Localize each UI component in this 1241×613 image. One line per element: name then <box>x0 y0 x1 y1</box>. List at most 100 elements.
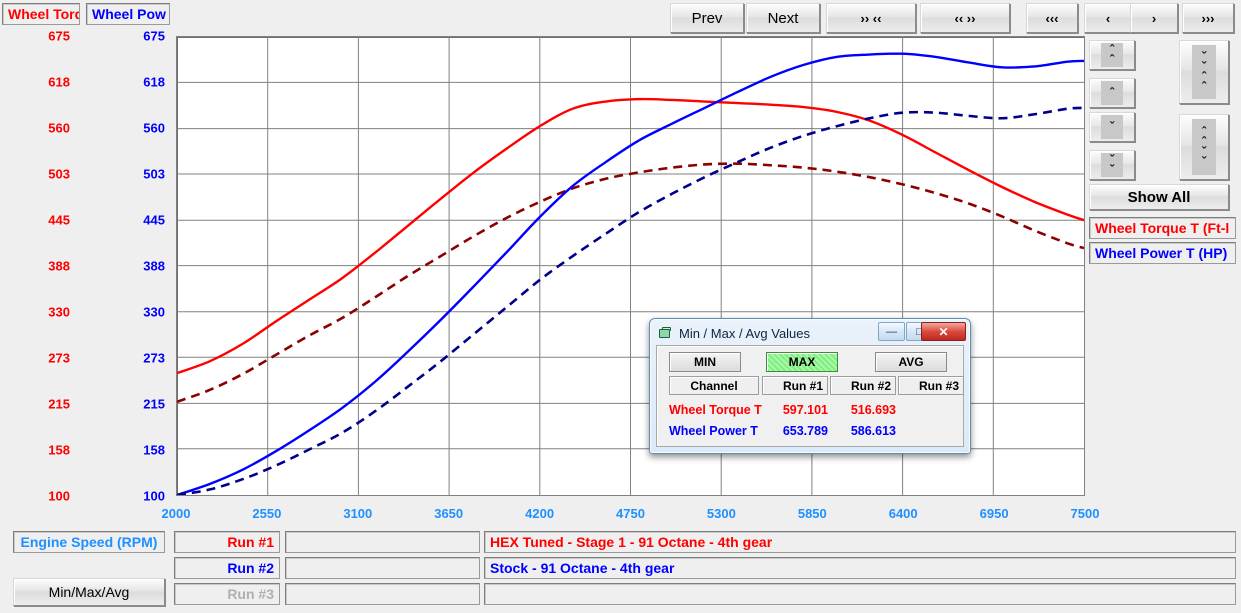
row-run1-value: 653.789 <box>762 424 828 438</box>
y-axis-left-torque: 675618560503445388330273215158100 <box>10 0 70 613</box>
power-y-tick-273: 273 <box>143 350 165 365</box>
scale-shrink-button[interactable]: ˇˇˆˆ <box>1179 40 1229 104</box>
zoom-in-button[interactable]: ›› ‹‹ <box>826 3 916 33</box>
step-back-button[interactable]: ‹ <box>1084 3 1132 33</box>
torque-y-tick-388: 388 <box>48 258 70 273</box>
avg-mode-button[interactable]: AVG <box>875 352 947 372</box>
run-1-middle-field[interactable] <box>285 531 480 553</box>
dialog-title-bar[interactable]: Min / Max / Avg Values — □ ✕ <box>653 322 967 344</box>
minimize-icon: — <box>886 326 897 338</box>
minmaxavg-dialog[interactable]: Min / Max / Avg Values — □ ✕ MIN MAX AVG… <box>649 318 971 454</box>
column-header-run3-label: Run #3 <box>919 379 959 393</box>
scale-shrink-icon: ˇˇˆˆ <box>1192 45 1216 99</box>
x-tick-2000: 2000 <box>162 506 191 521</box>
torque-y-tick-560: 560 <box>48 121 70 136</box>
chevron-down-icon: ˇ <box>1101 115 1123 139</box>
power-y-tick-215: 215 <box>143 397 165 412</box>
dialog-minimize-button[interactable]: — <box>878 322 905 341</box>
x-tick-6400: 6400 <box>889 506 918 521</box>
show-all-button[interactable]: Show All <box>1089 184 1229 210</box>
column-header-run3[interactable]: Run #3 <box>898 376 964 395</box>
column-header-channel-label: Channel <box>690 379 737 393</box>
run-1-name-field[interactable]: HEX Tuned - Stage 1 - 91 Octane - 4th ge… <box>484 531 1236 553</box>
run-2-middle-field[interactable] <box>285 557 480 579</box>
row-run2-value: 516.693 <box>830 403 896 417</box>
step-forward-button[interactable]: › <box>1130 3 1178 33</box>
torque-y-tick-618: 618 <box>48 74 70 89</box>
max-mode-button[interactable]: MAX <box>766 352 838 372</box>
torque-y-tick-503: 503 <box>48 166 70 181</box>
scale-expand-icon: ˆˆˇˇ <box>1192 119 1216 175</box>
min-mode-label: MIN <box>694 355 716 369</box>
zoom-out-button[interactable]: ‹‹ ›› <box>920 3 1010 33</box>
run-3-middle-field[interactable] <box>285 583 480 605</box>
run-3-label-box[interactable]: Run #3 <box>174 583 280 605</box>
dialog-body: MIN MAX AVG Channel Run #1 Run #2 Run #3… <box>656 345 964 447</box>
next-button-label: Next <box>768 10 799 27</box>
column-header-run2-label: Run #2 <box>851 379 891 393</box>
run-2-name-field[interactable]: Stock - 91 Octane - 4th gear <box>484 557 1236 579</box>
scale-expand-button[interactable]: ˆˆˇˇ <box>1179 114 1229 180</box>
legend-power-label: Wheel Power T (HP) <box>1095 245 1227 261</box>
show-all-label: Show All <box>1128 189 1191 206</box>
torque-y-tick-445: 445 <box>48 213 70 228</box>
x-axis-ticks: 2000255031003650420047505300585064006950… <box>176 506 1085 524</box>
min-mode-button[interactable]: MIN <box>669 352 741 372</box>
next-button[interactable]: Next <box>746 3 820 33</box>
row-run1-value: 597.101 <box>762 403 828 417</box>
scroll-down-fast-button[interactable]: ˇˇ <box>1089 150 1135 180</box>
column-header-run2[interactable]: Run #2 <box>830 376 896 395</box>
chevron-right-icon: › <box>1152 11 1156 26</box>
zoom-in-icon: ›› ‹‹ <box>861 11 882 26</box>
prev-button-label: Prev <box>692 10 723 27</box>
run-2-label-box[interactable]: Run #2 <box>174 557 280 579</box>
power-y-tick-618: 618 <box>143 74 165 89</box>
prev-button[interactable]: Prev <box>670 3 744 33</box>
run-2-label: Run #2 <box>227 560 274 576</box>
scroll-up-button[interactable]: ˆ <box>1089 78 1135 108</box>
power-y-tick-503: 503 <box>143 166 165 181</box>
legend-torque-label: Wheel Torque T (Ft-l <box>1095 220 1229 236</box>
run-1-label-box[interactable]: Run #1 <box>174 531 280 553</box>
x-tick-5300: 5300 <box>707 506 736 521</box>
chevron-up-icon: ˆ <box>1101 81 1123 105</box>
y-axis-right-power: 675618560503445388330273215158100 <box>105 0 165 613</box>
run-3-label: Run #3 <box>227 586 274 602</box>
legend-power[interactable]: Wheel Power T (HP) <box>1089 242 1236 264</box>
scroll-up-fast-button[interactable]: ˆˆ <box>1089 40 1135 70</box>
torque-y-tick-158: 158 <box>48 442 70 457</box>
run-3-name-field[interactable] <box>484 583 1236 605</box>
column-header-run1-label: Run #1 <box>783 379 823 393</box>
torque-y-tick-330: 330 <box>48 305 70 320</box>
jump-first-button[interactable]: ‹‹‹ <box>1026 3 1078 33</box>
x-channel-label: Engine Speed (RPM) <box>21 534 158 550</box>
minmaxavg-button-label: Min/Max/Avg <box>49 584 130 600</box>
x-tick-6950: 6950 <box>980 506 1009 521</box>
x-tick-4750: 4750 <box>616 506 645 521</box>
max-mode-label: MAX <box>789 355 816 369</box>
chevron-triple-left-icon: ‹‹‹ <box>1046 11 1059 26</box>
power-y-tick-560: 560 <box>143 121 165 136</box>
torque-y-tick-675: 675 <box>48 29 70 44</box>
torque-y-tick-273: 273 <box>48 350 70 365</box>
x-tick-3100: 3100 <box>343 506 372 521</box>
dyno-chart-window: Wheel Torq Wheel Pow 6756185605034453883… <box>0 0 1241 613</box>
zoom-out-icon: ‹‹ ›› <box>955 11 976 26</box>
scroll-down-button[interactable]: ˇ <box>1089 112 1135 142</box>
minmaxavg-button[interactable]: Min/Max/Avg <box>13 578 165 606</box>
avg-mode-label: AVG <box>898 355 923 369</box>
close-icon: ✕ <box>938 325 948 339</box>
run-1-label: Run #1 <box>227 534 274 550</box>
dialog-close-button[interactable]: ✕ <box>921 322 966 341</box>
jump-last-button[interactable]: ››› <box>1182 3 1234 33</box>
power-y-tick-445: 445 <box>143 213 165 228</box>
column-header-run1[interactable]: Run #1 <box>762 376 828 395</box>
legend-torque[interactable]: Wheel Torque T (Ft-l <box>1089 217 1236 239</box>
x-tick-4200: 4200 <box>525 506 554 521</box>
x-channel-box[interactable]: Engine Speed (RPM) <box>13 531 165 553</box>
chevron-double-up-icon: ˆˆ <box>1101 43 1123 67</box>
row-run2-value: 586.613 <box>830 424 896 438</box>
row-channel-name: Wheel Torque T <box>669 403 769 417</box>
torque-y-tick-215: 215 <box>48 397 70 412</box>
column-header-channel[interactable]: Channel <box>669 376 759 395</box>
